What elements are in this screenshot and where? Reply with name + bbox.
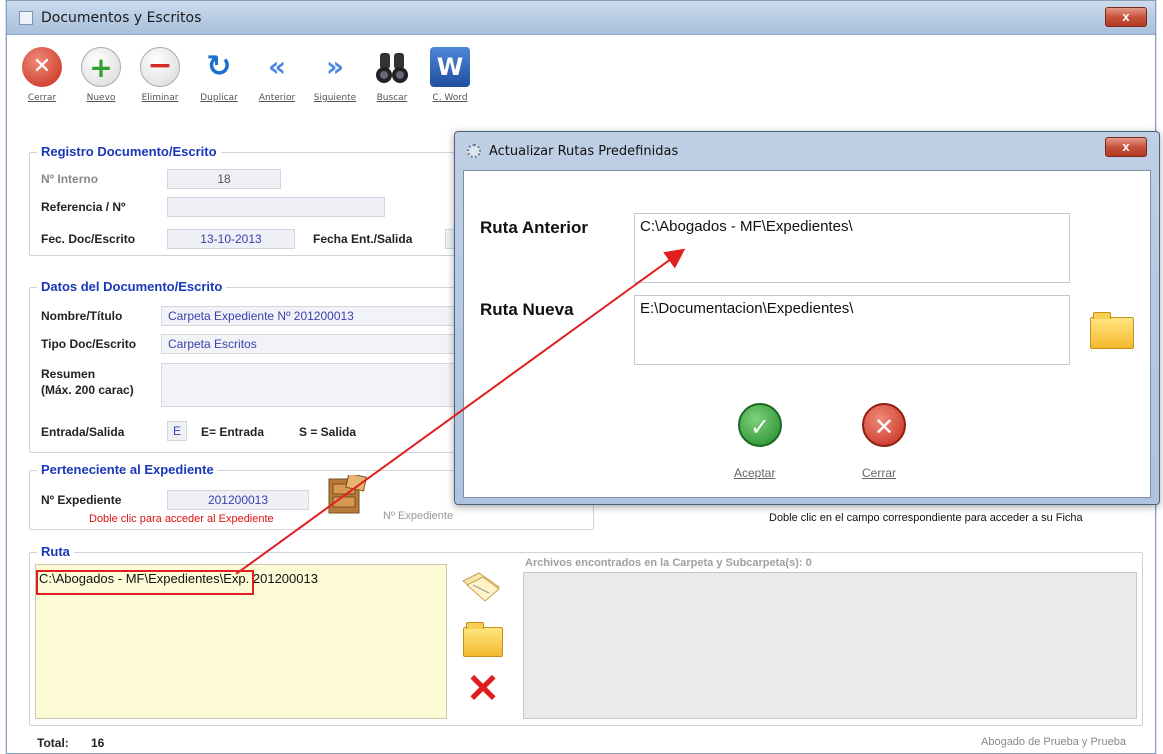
annotation-arrow: [235, 248, 686, 575]
